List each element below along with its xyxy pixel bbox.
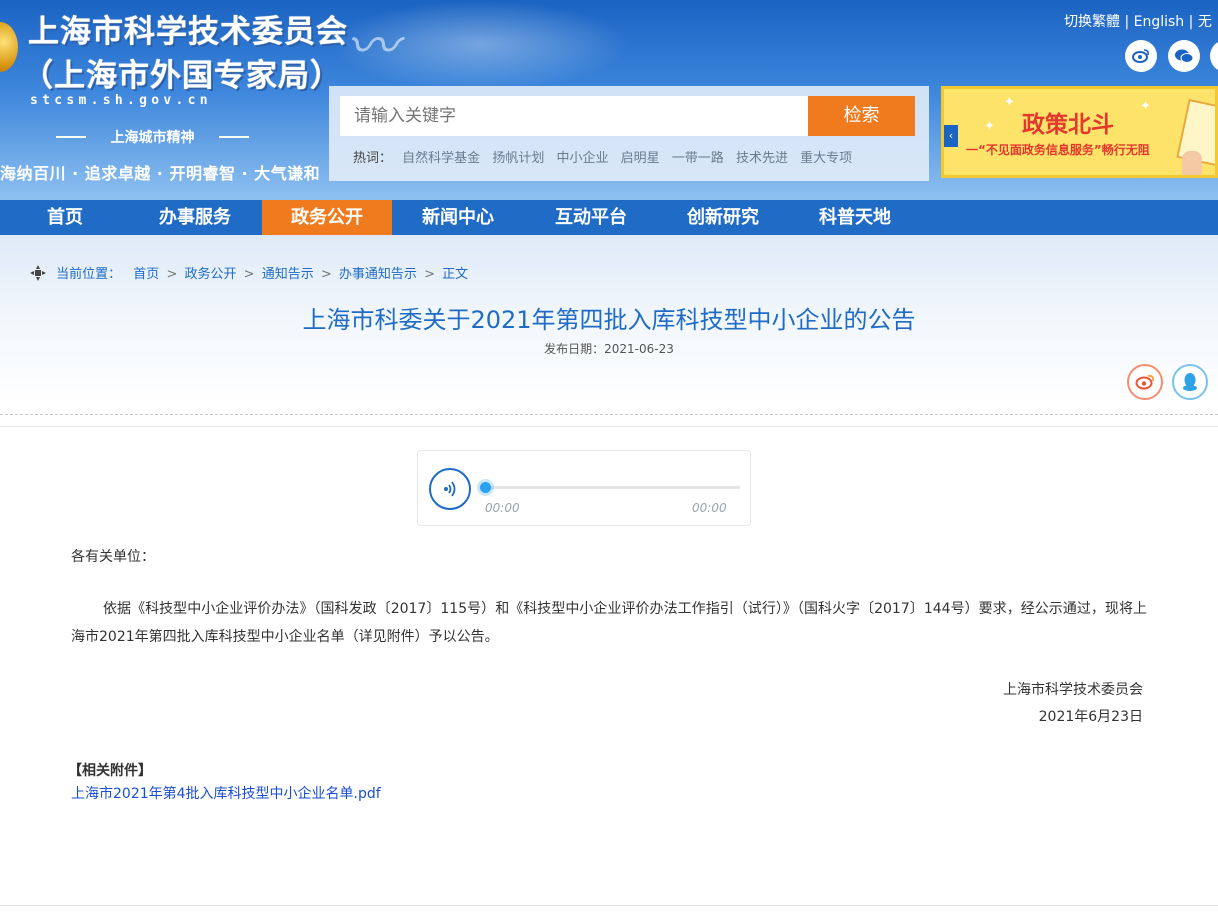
breadcrumb-label: 当前位置： <box>56 267 122 282</box>
audio-play-icon[interactable] <box>429 468 471 510</box>
breadcrumb: 当前位置： 首页 > 政务公开 > 通知告示 > 办事通知告示 > 正文 <box>30 263 468 282</box>
divider <box>0 905 1218 906</box>
divider <box>0 426 1218 427</box>
nav-item-services[interactable]: 办事服务 <box>130 200 260 235</box>
breadcrumb-service-notices[interactable]: 办事通知告示 <box>339 267 417 282</box>
attachment-link[interactable]: 上海市2021年第4批入库科技型中小企业名单.pdf <box>71 783 381 803</box>
more-social-icon[interactable] <box>1210 40 1218 72</box>
hot-words: 热词： 自然科学基金 扬帆计划 中小企业 启明星 一带一路 技术先进 重大专项 <box>353 147 860 166</box>
accessibility-link[interactable]: 无 <box>1198 11 1212 31</box>
audio-total-time: 00:00 <box>692 501 727 515</box>
salutation: 各有关单位： <box>71 549 155 565</box>
breadcrumb-home[interactable]: 首页 <box>133 267 159 282</box>
breadcrumb-gov-affairs[interactable]: 政务公开 <box>185 267 237 282</box>
site-header: 上海市科学技术委员会 （上海市外国专家局） stcsm.sh.gov.cn 上海… <box>0 0 1218 200</box>
hot-word-link[interactable]: 自然科学基金 <box>402 151 480 166</box>
article-title: 上海市科委关于2021年第四批入库科技型中小企业的公告 <box>302 306 916 334</box>
article-paragraph: 依据《科技型中小企业评价办法》（国科发政〔2017〕115号）和《科技型中小企业… <box>71 601 1147 645</box>
nav-item-research[interactable]: 创新研究 <box>658 200 788 235</box>
hot-word-link[interactable]: 启明星 <box>621 151 660 166</box>
hot-word-link[interactable]: 技术先进 <box>736 151 788 166</box>
share-qq-icon[interactable] <box>1172 364 1208 400</box>
hand-icon <box>1182 151 1202 175</box>
sparkle-icon: ✦ <box>984 119 995 134</box>
english-link[interactable]: English <box>1134 14 1185 30</box>
city-spirit-title: 上海城市精神 <box>50 127 255 147</box>
nav-item-news[interactable]: 新闻中心 <box>393 200 523 235</box>
org-subtitle[interactable]: （上海市外国专家局） <box>22 50 342 95</box>
wechat-icon[interactable] <box>1168 40 1200 72</box>
attachment-label: 【相关附件】 <box>68 763 152 779</box>
hot-words-label: 热词： <box>353 151 393 166</box>
sparkle-icon: ✦ <box>1004 95 1015 110</box>
org-name[interactable]: 上海市科学技术委员会 <box>28 6 348 51</box>
top-link-separator: | <box>1124 14 1130 30</box>
nav-item-home[interactable]: 首页 <box>0 200 130 235</box>
calligraphy-decoration-icon: 〰 <box>346 17 399 77</box>
breadcrumb-separator: > <box>166 267 178 282</box>
signature-date: 2021年6月23日 <box>1038 709 1143 725</box>
audio-progress-handle[interactable] <box>480 482 491 493</box>
top-links: 切换繁體 | English | 无 <box>1064 11 1212 31</box>
audio-current-time: 00:00 <box>485 501 520 515</box>
hot-word-link[interactable]: 中小企业 <box>556 151 608 166</box>
search-button[interactable]: 检索 <box>808 96 915 136</box>
emblem-icon <box>0 22 18 72</box>
nav-item-interaction[interactable]: 互动平台 <box>526 200 656 235</box>
main-nav: 首页 办事服务 政务公开 新闻中心 互动平台 创新研究 科普天地 <box>0 200 1218 235</box>
share-weibo-icon[interactable] <box>1127 364 1163 400</box>
signature-org: 上海市科学技术委员会 <box>1003 682 1143 698</box>
search-input[interactable] <box>340 96 808 136</box>
banner-subtitle: 一“不见面政务信息服务”畅行无阻 <box>966 143 1150 157</box>
breadcrumb-notices[interactable]: 通知告示 <box>262 267 314 282</box>
nav-item-science[interactable]: 科普天地 <box>790 200 920 235</box>
hot-word-link[interactable]: 扬帆计划 <box>492 151 544 166</box>
city-spirit-text: 海纳百川 · 追求卓越 · 开明睿智 · 大气谦和 <box>0 164 321 183</box>
banner-title: 政策北斗 <box>1022 111 1114 138</box>
hot-word-link[interactable]: 一带一路 <box>672 151 724 166</box>
nav-item-gov-affairs[interactable]: 政务公开 <box>262 200 392 235</box>
publish-date: 发布日期：2021-06-23 <box>544 342 674 356</box>
sparkle-icon: ✦ <box>1140 99 1151 114</box>
breadcrumb-current[interactable]: 正文 <box>442 267 468 282</box>
policy-banner[interactable]: ‹ ✦ ✦ ✦ 政策北斗 一“不见面政务信息服务”畅行无阻 <box>941 86 1218 178</box>
chevron-left-icon[interactable]: ‹ <box>944 125 958 147</box>
breadcrumb-separator: > <box>424 267 435 282</box>
breadcrumb-separator: > <box>243 267 255 282</box>
audio-progress-track[interactable] <box>484 486 740 489</box>
search-panel: 检索 热词： 自然科学基金 扬帆计划 中小企业 启明星 一带一路 技术先进 重大… <box>329 86 929 181</box>
audio-player: 00:00 00:00 <box>417 450 751 526</box>
site-domain: stcsm.sh.gov.cn <box>30 93 212 108</box>
weibo-icon[interactable] <box>1125 40 1157 72</box>
hot-word-link[interactable]: 重大专项 <box>800 151 852 166</box>
location-icon <box>30 265 46 281</box>
divider <box>0 414 1218 415</box>
top-link-separator: | <box>1188 14 1194 30</box>
switch-traditional-link[interactable]: 切换繁體 <box>1064 11 1120 31</box>
breadcrumb-separator: > <box>320 267 332 282</box>
